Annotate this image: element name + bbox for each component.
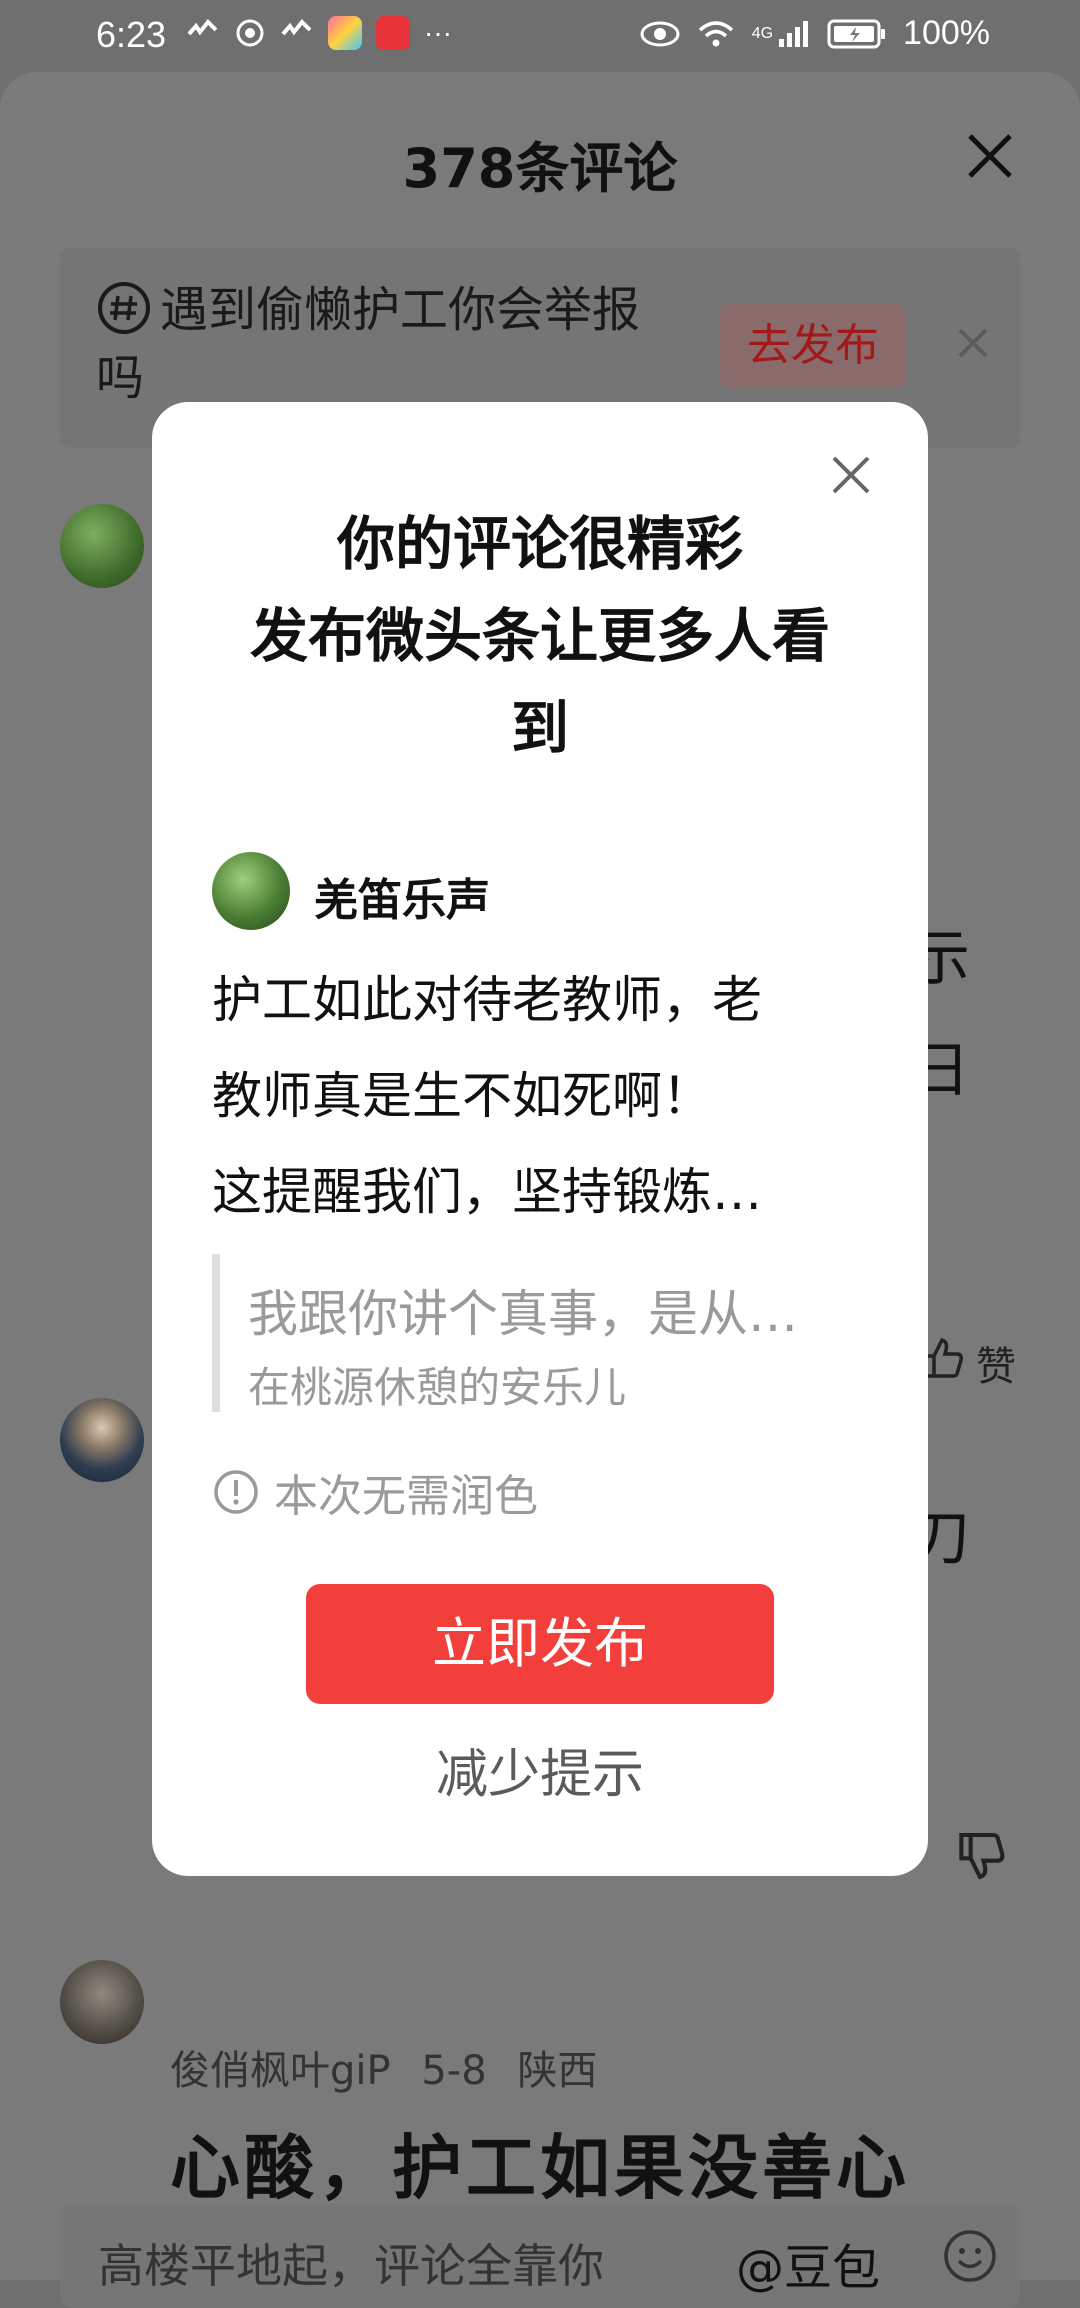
- comment-user[interactable]: 俊俏枫叶giP: [170, 2048, 391, 2094]
- signal-icon: [779, 20, 809, 47]
- comment-preview-line: 这提醒我们，坚持锻炼…: [212, 1163, 762, 1221]
- status-indicators: 4G 100%: [640, 14, 990, 53]
- dialog-title-line: 发布微头条让更多人看: [249, 602, 830, 670]
- notice-text: 本次无需润色: [274, 1471, 538, 1522]
- app-notification-icon: [187, 19, 218, 36]
- eye-icon: [640, 21, 680, 46]
- topic-publish-button[interactable]: 去发布: [720, 304, 906, 388]
- reduce-prompts-button[interactable]: 减少提示: [152, 1732, 928, 1807]
- wifi-icon: [698, 20, 733, 46]
- hashtag-icon: [98, 282, 150, 334]
- publish-now-button[interactable]: 立即发布: [306, 1584, 774, 1704]
- colorful-app-icon: [328, 16, 362, 50]
- reply-input-bar[interactable]: 高楼平地起，评论全靠你 @豆包: [60, 2204, 1020, 2308]
- dialog-title-line: 到: [510, 694, 569, 762]
- author-name: 羌笛乐声: [314, 875, 490, 926]
- avatar[interactable]: [60, 1960, 144, 2044]
- dislike-icon[interactable]: [952, 1828, 1008, 1884]
- comment-date: 5-8: [421, 2048, 487, 2094]
- author-avatar: [212, 852, 290, 930]
- reply-placeholder: 高楼平地起，评论全靠你: [98, 2239, 604, 2293]
- dialog-title-line: 你的评论很精彩: [336, 510, 743, 578]
- polish-notice: 本次无需润色: [212, 1460, 538, 1524]
- target-icon: [236, 19, 264, 47]
- comment-preview-line: 护工如此对待老教师，老: [212, 971, 762, 1029]
- quoted-comment: 我跟你讲个真事，是从… 在桃源休憩的安乐儿: [212, 1254, 860, 1412]
- topic-label: 遇到偷懒护工你会举报吗: [96, 282, 641, 406]
- sheet-title: 378条评论: [402, 137, 678, 200]
- comment-preview: 护工如此对待老教师，老 教师真是生不如死啊！ 这提醒我们，坚持锻炼…: [212, 952, 852, 1240]
- avatar[interactable]: [60, 1398, 144, 1482]
- topic-close-icon[interactable]: [948, 318, 998, 368]
- dialog-title: 你的评论很精彩 发布微头条让更多人看 到: [192, 498, 888, 774]
- status-bar: 6:23 ··· 4G 100%: [0, 0, 1080, 72]
- battery-level: 100%: [903, 14, 990, 52]
- comment-meta: 俊俏枫叶giP 5-8 陕西: [170, 2038, 597, 2096]
- dialog-close-icon[interactable]: [826, 450, 876, 500]
- more-notifications: ···: [424, 17, 452, 48]
- comment-text: 心酸，护工如果没善心: [170, 2127, 910, 2209]
- status-time: 6:23: [96, 14, 167, 55]
- avatar[interactable]: [60, 504, 144, 588]
- mention-doubao[interactable]: @豆包: [736, 2228, 880, 2298]
- emoji-icon[interactable]: [942, 2228, 998, 2284]
- comment-region: 陕西: [517, 2048, 598, 2094]
- close-icon[interactable]: [962, 128, 1018, 184]
- battery-icon: [827, 19, 886, 48]
- quoted-author: 在桃源休憩的安乐儿: [248, 1363, 627, 1412]
- quoted-text: 我跟你讲个真事，是从…: [248, 1285, 798, 1343]
- like-label: 赞: [976, 1344, 1016, 1390]
- network-type: 4G: [751, 24, 774, 42]
- publish-dialog: 你的评论很精彩 发布微头条让更多人看 到 羌笛乐声 护工如此对待老教师，老 教师…: [152, 402, 928, 1876]
- huawei-app-icon: [376, 16, 410, 50]
- comment-preview-line: 教师真是生不如死啊！: [212, 1067, 712, 1125]
- topic-text: 遇到偷懒护工你会举报吗: [96, 276, 656, 412]
- app-notification-icon-2: [281, 19, 312, 36]
- info-icon: [214, 1470, 258, 1514]
- notification-icons: ···: [186, 16, 452, 50]
